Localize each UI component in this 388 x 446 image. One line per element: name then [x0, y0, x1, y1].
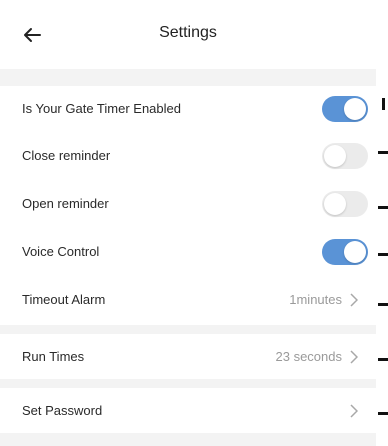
edge-marker: [378, 206, 388, 209]
edge-marker: [378, 253, 388, 256]
toggle-knob: [344, 241, 366, 263]
edge-marker: [378, 358, 388, 361]
gate-timer-toggle[interactable]: [322, 96, 368, 122]
setting-row-run-times[interactable]: Run Times 23 seconds: [0, 334, 376, 380]
toggle-knob: [324, 193, 346, 215]
voice-control-toggle[interactable]: [322, 239, 368, 265]
section-divider: [0, 325, 376, 334]
close-reminder-toggle[interactable]: [322, 143, 368, 169]
setting-label: Timeout Alarm: [22, 292, 106, 307]
setting-row-timeout-alarm[interactable]: Timeout Alarm 1minutes: [0, 277, 376, 323]
timeout-alarm-value: 1minutes: [289, 292, 342, 307]
setting-row-gate-timer: Is Your Gate Timer Enabled: [0, 86, 376, 132]
setting-label: Is Your Gate Timer Enabled: [22, 101, 181, 116]
chevron-right-icon: [350, 350, 358, 364]
setting-row-set-password[interactable]: Set Password: [0, 388, 376, 434]
header-bar: Settings: [0, 0, 388, 69]
edge-marker: [378, 303, 388, 306]
toggle-knob: [344, 98, 366, 120]
chevron-right-icon: [350, 404, 358, 418]
setting-row-close-reminder: Close reminder: [0, 133, 376, 179]
setting-label: Open reminder: [22, 196, 109, 211]
setting-label: Set Password: [22, 403, 103, 418]
setting-row-voice-control: Voice Control: [0, 229, 376, 275]
edge-marker: [378, 412, 388, 415]
run-times-value: 23 seconds: [275, 349, 343, 364]
setting-label: Close reminder: [22, 148, 111, 163]
toggle-knob: [324, 145, 346, 167]
edge-marker: [378, 151, 388, 154]
section-divider: [0, 379, 376, 388]
open-reminder-toggle[interactable]: [322, 191, 368, 217]
page-title: Settings: [159, 24, 217, 41]
edge-marker: [382, 98, 385, 110]
section-divider: [0, 69, 376, 86]
section-divider: [0, 433, 376, 446]
setting-label: Run Times: [22, 349, 85, 364]
setting-label: Voice Control: [22, 244, 100, 259]
chevron-right-icon: [350, 293, 358, 307]
setting-row-open-reminder: Open reminder: [0, 181, 376, 227]
